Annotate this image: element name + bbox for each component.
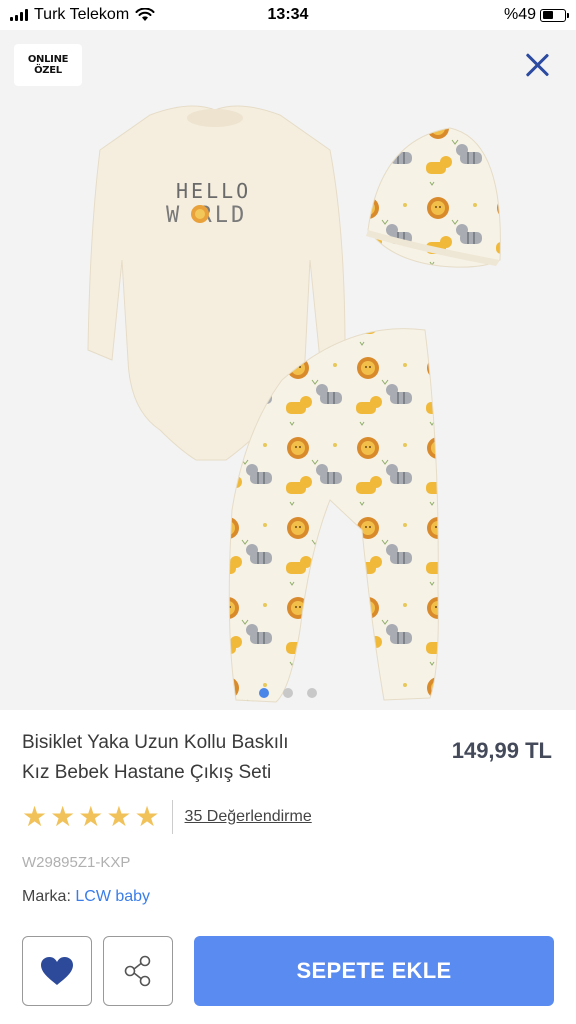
rating-row: ★ ★ ★ ★ ★ 35 Değerlendirme [22, 800, 312, 834]
share-button[interactable] [103, 936, 173, 1006]
print-hello: HELLO [176, 179, 251, 203]
product-title: Bisiklet Yaka Uzun Kollu Baskılı Kız Beb… [22, 728, 362, 788]
star-icon: ★ [106, 800, 132, 833]
product-price: 149,99 TL [451, 738, 552, 763]
signal-icon [10, 9, 28, 21]
product-title-line2: Kız Bebek Hastane Çıkış Seti [22, 762, 272, 783]
star-icon: ★ [78, 800, 104, 833]
battery-fill [542, 11, 553, 19]
wifi-icon [135, 8, 155, 21]
carousel-dot[interactable] [283, 688, 293, 698]
product-title-line1: Bisiklet Yaka Uzun Kollu Baskılı [22, 732, 289, 753]
star-icon: ★ [134, 800, 160, 833]
add-to-cart-button[interactable]: SEPETE EKLE [194, 936, 554, 1006]
product-sku: W29895Z1-KXP [22, 854, 131, 871]
status-left: Turk Telekom [10, 6, 155, 24]
close-icon[interactable] [524, 52, 550, 78]
favorite-button[interactable] [22, 936, 92, 1006]
carrier-name: Turk Telekom [34, 6, 130, 23]
status-right: %49 [503, 6, 569, 24]
carousel-dot[interactable] [307, 688, 317, 698]
rating-divider [171, 800, 173, 834]
star-icon: ★ [50, 800, 76, 833]
product-image: HELLO W RLD [87, 105, 501, 703]
online-exclusive-badge: ONLINE ÖZEL [14, 44, 82, 86]
carousel-dots [0, 688, 576, 698]
star-icon: ★ [22, 800, 48, 833]
battery-percent: %49 [503, 6, 536, 23]
carousel-dot[interactable] [259, 688, 269, 698]
brand-link[interactable]: LCW baby [75, 888, 150, 905]
reviews-link[interactable]: 35 Değerlendirme [185, 808, 312, 826]
baby-hat [366, 127, 501, 268]
brand-label: Marka: [22, 888, 71, 905]
badge-line2: ÖZEL [34, 65, 62, 76]
heart-icon [41, 957, 73, 985]
battery-icon [540, 8, 569, 22]
product-image-gallery[interactable]: HELLO W RLD ONLINE ÖZEL [0, 30, 576, 710]
brand-row: Marka: LCW baby [22, 888, 150, 906]
rating-stars: ★ ★ ★ ★ ★ [22, 803, 160, 831]
status-bar: Turk Telekom 13:34 %49 [0, 0, 576, 30]
share-icon [124, 955, 151, 987]
badge-line1: ONLINE [27, 53, 69, 65]
